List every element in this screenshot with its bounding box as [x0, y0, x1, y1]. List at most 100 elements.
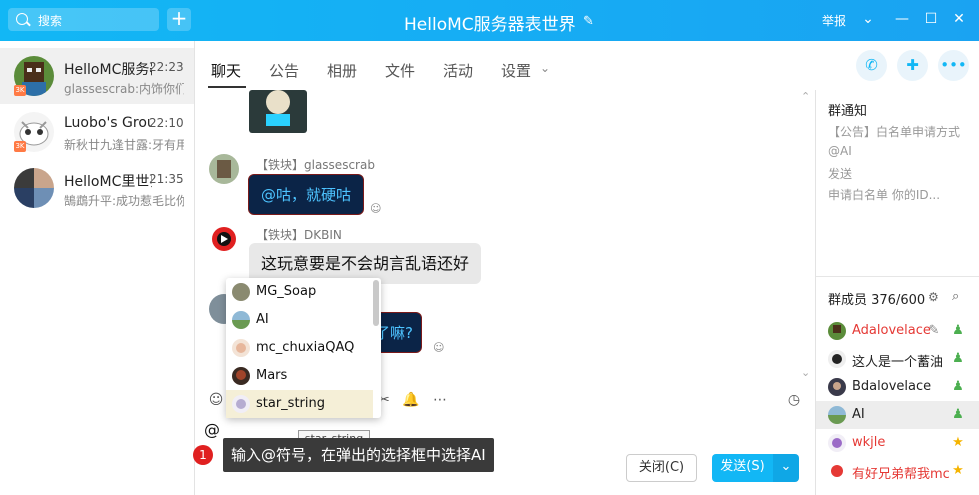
message-sender: 【铁块】glassescrab: [256, 158, 375, 172]
conversation-preview: 鵠鵡升平:成功惹毛比你: [64, 194, 184, 208]
avatar: [828, 434, 846, 452]
conversation-name: HelloMC里世界: [64, 174, 152, 190]
member-item[interactable]: wkjle ★: [816, 429, 979, 457]
tab-activity[interactable]: 活动: [443, 60, 473, 81]
mention-name: MG_Soap: [256, 284, 317, 299]
conversation-item[interactable]: 3K HelloMC服务器表世界 22:23 glassescrab:内饰你们都…: [0, 48, 194, 104]
mention-name: mc_chuxiaQAQ: [256, 340, 355, 355]
member-name: wkjle: [852, 435, 886, 450]
tab-settings[interactable]: 设置: [501, 60, 531, 81]
message-bubble[interactable]: @咕，就硬咕: [248, 174, 365, 215]
member-name: 有好兄弟帮我mc: [852, 467, 950, 482]
star-icon: ★: [952, 463, 964, 478]
send-options-chevron-icon[interactable]: ⌄: [773, 454, 799, 482]
mention-item[interactable]: MG_Soap: [226, 278, 373, 306]
search-icon: [16, 13, 28, 25]
maximize-icon[interactable]: ☐: [922, 10, 940, 28]
conversation-time: 22:10: [149, 116, 184, 130]
mention-name: AI: [256, 312, 269, 327]
member-item[interactable]: 这人是一个蓄油 ♟: [816, 345, 979, 373]
conversation-item[interactable]: 3K Luobo's Group 22:10 新秋廿九逢甘露:牙有用吗: [0, 104, 194, 160]
report-link[interactable]: 举报: [822, 12, 846, 29]
mention-item[interactable]: Mars: [226, 362, 373, 390]
conversation-time: 22:23: [149, 60, 184, 74]
message-sender: 【铁块】DKBIN: [256, 228, 342, 242]
more-options-icon[interactable]: ⋯: [432, 392, 448, 408]
reaction-icon: ☺: [370, 202, 382, 215]
active-tab-indicator: [208, 86, 246, 88]
notice-title: 群通知: [828, 104, 868, 119]
star-icon: ★: [952, 435, 964, 450]
member-name: Bdalovelace: [852, 379, 932, 394]
member-name: 这人是一个蓄油: [852, 355, 944, 370]
edit-icon[interactable]: ✎: [926, 323, 942, 339]
add-app-icon[interactable]: ✚: [897, 50, 928, 81]
mention-item[interactable]: mc_chuxiaQAQ: [226, 334, 373, 362]
avatar: [828, 406, 846, 424]
tab-chat[interactable]: 聊天: [211, 60, 241, 81]
search-box[interactable]: 搜索: [8, 8, 159, 31]
mention-popup: MG_Soap AI mc_chuxiaQAQ Mars star_string: [226, 278, 381, 418]
avatar: [828, 378, 846, 396]
tab-album[interactable]: 相册: [327, 60, 357, 81]
instruction-callout: 输入@符号，在弹出的选择框中选择AI: [223, 438, 494, 472]
avatar: [232, 395, 250, 413]
scroll-down-icon[interactable]: ⌄: [801, 366, 810, 379]
avatar: [232, 311, 250, 329]
avatar: [232, 283, 250, 301]
admin-icon: ♟: [952, 351, 964, 366]
member-item[interactable]: 有好兄弟帮我mc ★: [816, 457, 979, 485]
avatar: [209, 224, 239, 254]
member-item[interactable]: Bdalovelace ♟: [816, 373, 979, 401]
level-badge: 3K: [14, 141, 26, 152]
conversation-list: 3K HelloMC服务器表世界 22:23 glassescrab:内饰你们都…: [0, 41, 195, 495]
avatar: [232, 367, 250, 385]
member-item[interactable]: Adalovelace ✎ ♟: [816, 317, 979, 345]
close-button[interactable]: 关闭(C): [626, 454, 697, 482]
member-item[interactable]: AI ♟: [816, 401, 979, 429]
phone-icon[interactable]: ✆: [856, 50, 887, 81]
more-icon[interactable]: •••: [938, 50, 969, 81]
avatar: [828, 350, 846, 368]
admin-icon: ♟: [952, 379, 964, 394]
add-button[interactable]: +: [167, 8, 191, 31]
divider: [816, 276, 979, 277]
member-count: 群成员 376/600: [828, 293, 926, 308]
mention-item[interactable]: AI: [226, 306, 373, 334]
reaction-icon: ☺: [433, 341, 445, 354]
tab-files[interactable]: 文件: [385, 60, 415, 81]
conversation-name: Luobo's Group: [64, 115, 152, 131]
conversation-item[interactable]: HelloMC里世界 21:35 鵠鵡升平:成功惹毛比你: [0, 160, 194, 216]
mention-item-selected[interactable]: star_string: [226, 390, 373, 418]
level-badge: 3K: [14, 85, 26, 96]
notice-line: 发送: [828, 167, 853, 181]
admin-icon: ♟: [952, 323, 964, 338]
step-number-badge: 1: [193, 445, 213, 465]
mention-name: star_string: [256, 396, 325, 411]
notice-line: 申请白名单 你的ID...: [828, 188, 941, 202]
history-icon[interactable]: ◷: [786, 392, 802, 408]
edit-icon[interactable]: ✎: [583, 14, 597, 29]
member-settings-icon[interactable]: ⚙: [928, 290, 939, 304]
conversation-time: 21:35: [149, 172, 184, 186]
chevron-down-icon[interactable]: ⌄: [859, 10, 877, 28]
avatar: [209, 154, 239, 184]
input-text: @: [204, 420, 220, 439]
conversation-name: HelloMC服务器表世界: [64, 62, 152, 78]
close-icon[interactable]: ✕: [950, 10, 968, 28]
popup-scrollbar[interactable]: [373, 280, 379, 326]
avatar: [232, 339, 250, 357]
chevron-down-icon: ⌄: [540, 61, 551, 75]
scroll-up-icon[interactable]: ⌃: [801, 90, 810, 103]
admin-icon: ♟: [952, 407, 964, 422]
emoji-icon[interactable]: ☺: [208, 392, 224, 408]
minimize-icon[interactable]: —: [893, 10, 911, 28]
send-button[interactable]: 发送(S): [712, 454, 773, 482]
avatar: [14, 168, 54, 208]
sticker-image: [249, 90, 307, 133]
notice-line[interactable]: 【公告】白名单申请方式: [828, 123, 960, 140]
search-icon[interactable]: ⌕: [952, 289, 959, 304]
mention-name: Mars: [256, 368, 288, 383]
tab-notice[interactable]: 公告: [269, 60, 299, 81]
bell-icon[interactable]: 🔔: [402, 392, 419, 408]
